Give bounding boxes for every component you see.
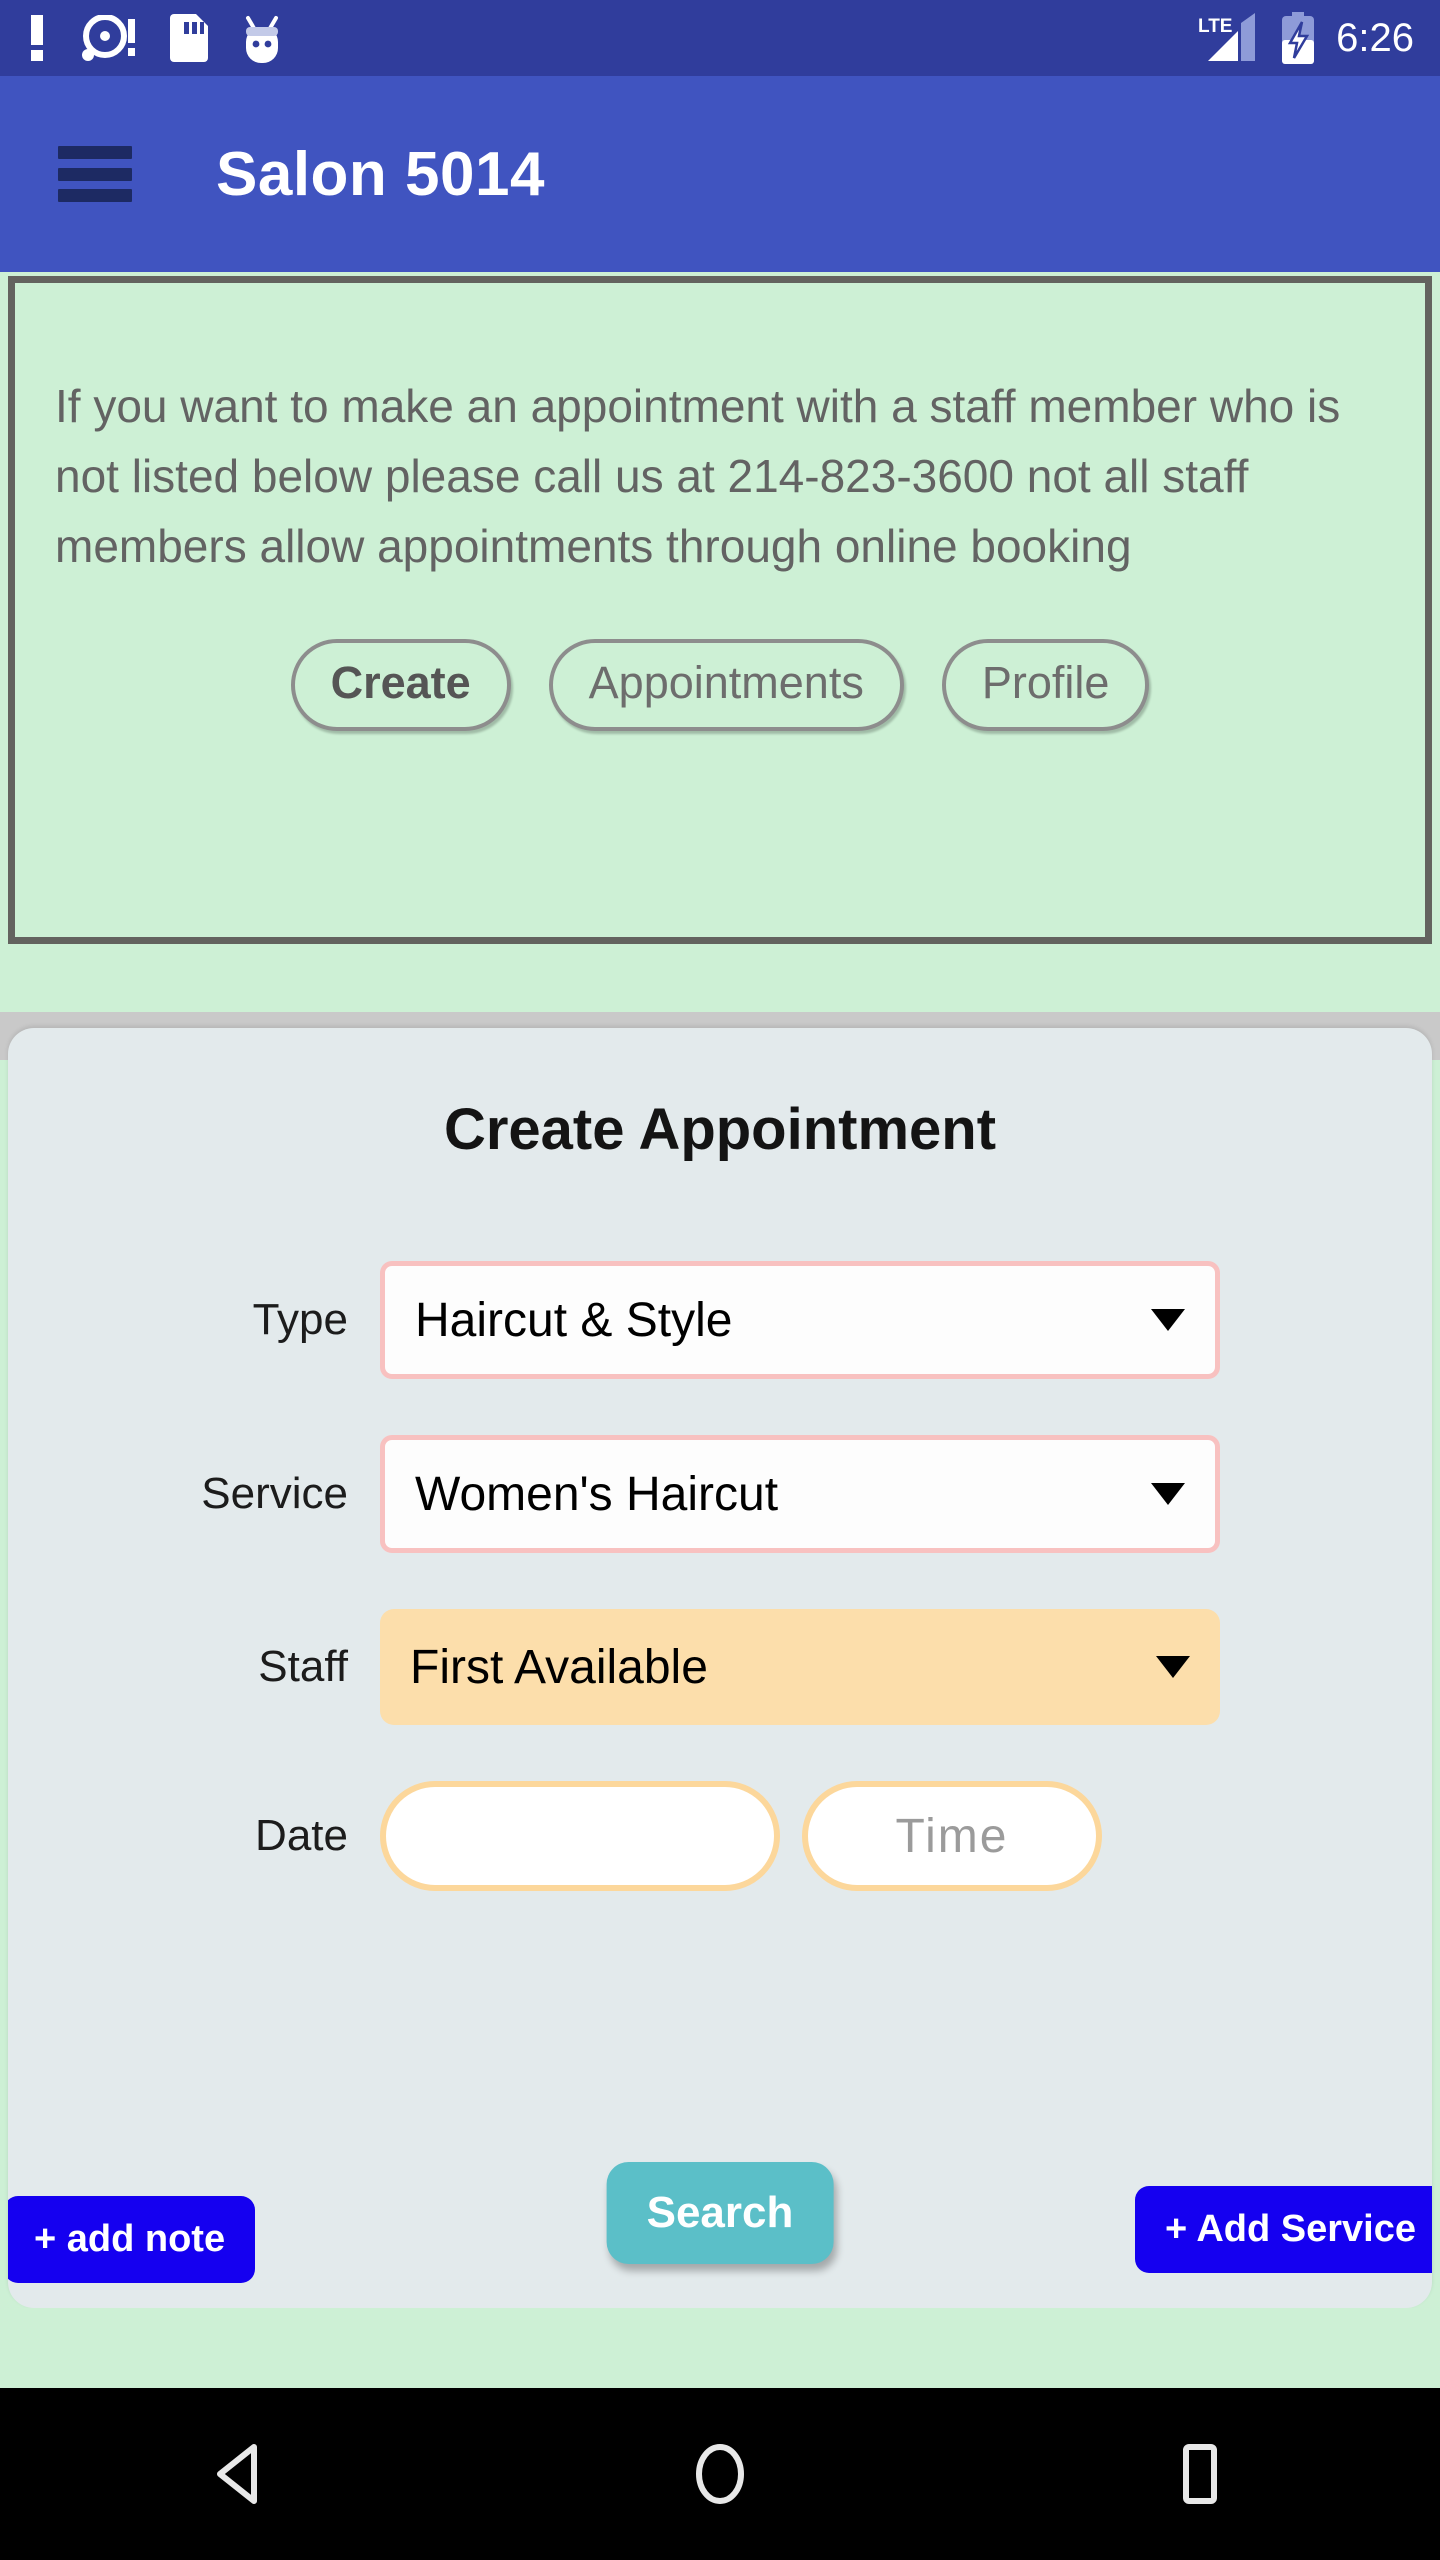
service-label: Service <box>201 1469 348 1518</box>
hamburger-line <box>58 146 132 159</box>
service-row: Service Women's Haircut <box>8 1435 1432 1553</box>
staff-row: Staff First Available <box>8 1609 1432 1725</box>
time-input[interactable]: Time <box>802 1781 1102 1891</box>
android-head-icon <box>246 16 278 63</box>
type-select[interactable]: Haircut & Style <box>380 1261 1220 1379</box>
form-action-row: + add note Search + Add Service <box>8 2138 1432 2283</box>
date-time-row: Date Time <box>8 1781 1432 1891</box>
create-appointment-card: Create Appointment Type Haircut & Style … <box>8 1028 1432 2308</box>
search-button[interactable]: Search <box>606 2162 834 2264</box>
nav-back-button[interactable] <box>140 2388 340 2560</box>
alert-icon <box>31 15 43 61</box>
notice-card: If you want to make an appointment with … <box>8 276 1432 944</box>
tab-profile[interactable]: Profile <box>941 639 1150 731</box>
staff-select[interactable]: First Available <box>380 1609 1220 1725</box>
service-select[interactable]: Women's Haircut <box>380 1435 1220 1553</box>
date-input[interactable] <box>380 1781 780 1891</box>
chevron-down-icon <box>1156 1656 1190 1678</box>
tab-create[interactable]: Create <box>290 639 511 731</box>
app-title: Salon 5014 <box>216 139 545 209</box>
back-triangle-icon <box>217 2444 257 2504</box>
type-select-value: Haircut & Style <box>415 1293 733 1347</box>
nav-home-button[interactable] <box>620 2388 820 2560</box>
chevron-down-icon <box>1151 1309 1185 1331</box>
phone-screen: LTE 6:26 Salon 5014 If you want to make … <box>0 0 1440 2560</box>
android-nav-bar <box>0 2388 1440 2560</box>
bottom-green-spacer <box>0 2308 1440 2388</box>
battery-charging-icon <box>1282 12 1315 64</box>
disc-alert-icon <box>82 15 135 61</box>
form-title: Create Appointment <box>443 1097 997 1162</box>
staff-label: Staff <box>258 1642 348 1691</box>
service-select-value: Women's Haircut <box>415 1467 779 1521</box>
status-bar-clock: 6:26 <box>1336 16 1414 60</box>
status-bar: LTE 6:26 <box>0 0 1440 76</box>
home-circle-icon <box>696 2444 744 2504</box>
tab-appointments[interactable]: Appointments <box>548 639 904 731</box>
svg-text:LTE: LTE <box>1198 16 1232 37</box>
nav-recents-button[interactable] <box>1100 2388 1300 2560</box>
app-bar: Salon 5014 <box>0 76 1440 272</box>
hamburger-line <box>58 189 132 202</box>
hamburger-menu-icon[interactable] <box>58 146 132 202</box>
chevron-down-icon <box>1151 1483 1185 1505</box>
notice-message: If you want to make an appointment with … <box>55 380 1341 572</box>
status-bar-left-icons <box>26 13 283 63</box>
sim-card-icon <box>170 14 208 62</box>
staff-select-value: First Available <box>410 1640 708 1694</box>
recents-square-icon <box>1183 2444 1217 2504</box>
add-note-button[interactable]: + add note <box>8 2196 256 2283</box>
green-spacer <box>0 944 1440 1012</box>
date-label: Date <box>255 1811 348 1860</box>
status-bar-right-icons: LTE 6:26 <box>1198 12 1414 64</box>
add-service-button[interactable]: + Add Service <box>1135 2186 1432 2273</box>
signal-icon: LTE <box>1198 13 1256 61</box>
type-label: Type <box>252 1295 348 1344</box>
notice-tab-row: Create Appointments Profile <box>15 639 1425 731</box>
time-input-placeholder: Time <box>895 1809 1009 1863</box>
type-row: Type Haircut & Style <box>8 1261 1432 1379</box>
hamburger-line <box>58 167 132 181</box>
